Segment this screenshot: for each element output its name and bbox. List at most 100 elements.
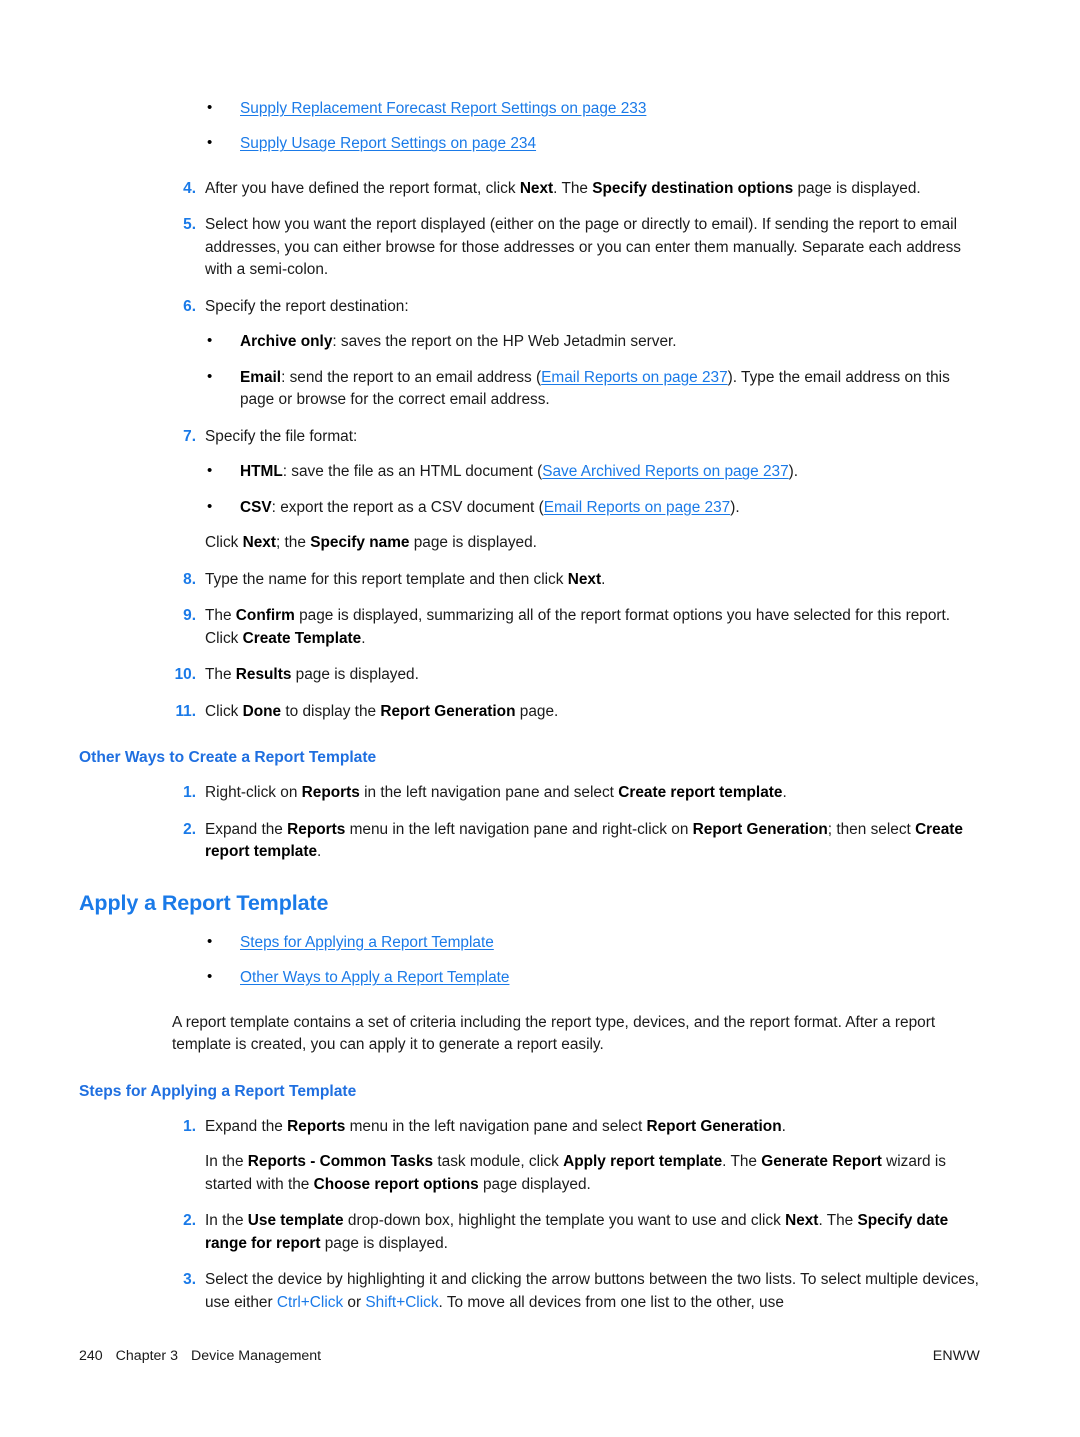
- step-number: 5.: [183, 216, 196, 234]
- step-10: 10. The Results page is displayed.: [79, 664, 980, 686]
- list-item: Email: send the report to an email addre…: [205, 366, 980, 412]
- step-6: 6. Specify the report destination: Archi…: [79, 296, 980, 412]
- step-text: The Confirm page is displayed, summarizi…: [205, 607, 950, 646]
- link-email-reports-csv[interactable]: Email Reports on page 237: [544, 499, 731, 516]
- step-8: 8. Type the name for this report templat…: [79, 569, 980, 591]
- text-fragment: or: [343, 1293, 366, 1311]
- link-steps-for-applying[interactable]: Steps for Applying a Report Template: [240, 934, 494, 951]
- link-supply-usage-report[interactable]: Supply Usage Report Settings on page 234: [240, 135, 536, 152]
- step-number: 7.: [183, 427, 196, 445]
- text-fragment: page displayed.: [478, 1175, 591, 1193]
- ui-label-report-generation: Report Generation: [646, 1117, 782, 1135]
- footer-chapter-title: Device Management: [190, 1348, 322, 1364]
- text-fragment: menu in the left navigation pane and rig…: [345, 820, 693, 838]
- text-fragment: ; the: [275, 534, 311, 552]
- step-text: Specify the report destination:: [205, 297, 409, 315]
- page-content: Supply Replacement Forecast Report Setti…: [79, 97, 980, 1328]
- list-item: CSV: export the report as a CSV document…: [205, 496, 980, 519]
- text-fragment: .: [782, 784, 787, 802]
- create-report-steps: 4. After you have defined the report for…: [79, 178, 980, 723]
- step-text: The Results page is displayed.: [205, 666, 419, 683]
- step-number: 3.: [183, 1271, 196, 1289]
- apply-report-steps: 1. Expand the Reports menu in the left n…: [79, 1116, 980, 1314]
- page-footer: 240 Chapter 3 Device Management ENWW: [79, 1348, 980, 1364]
- text-fragment: page is displayed.: [291, 666, 419, 684]
- step-number: 4.: [183, 179, 196, 197]
- list-item: Supply Replacement Forecast Report Setti…: [79, 97, 980, 120]
- ui-label-reports: Reports: [287, 1117, 346, 1135]
- ui-label-create-report-template: Create report template: [618, 784, 783, 802]
- text-fragment: .: [781, 1117, 786, 1135]
- text-fragment: : save the file as an HTML document (: [282, 463, 543, 481]
- step-1: 1. Right-click on Reports in the left na…: [79, 782, 980, 804]
- option-email: Email: [240, 368, 282, 386]
- step-number: 6.: [183, 297, 196, 315]
- option-archive-only: Archive only: [240, 333, 333, 351]
- ui-label-report-generation: Report Generation: [380, 702, 516, 720]
- ui-label-use-template: Use template: [247, 1212, 344, 1230]
- text-fragment: Right-click on: [205, 784, 302, 802]
- text-fragment: task module, click: [433, 1153, 564, 1171]
- text-fragment: page.: [515, 702, 559, 720]
- text-fragment: Expand the: [205, 1117, 288, 1135]
- text-fragment: to display the: [281, 702, 381, 720]
- document-page: Supply Replacement Forecast Report Setti…: [0, 0, 1080, 1437]
- link-other-ways-to-apply[interactable]: Other Ways to Apply a Report Template: [240, 969, 509, 986]
- step-text: Right-click on Reports in the left navig…: [205, 784, 787, 801]
- text-fragment: After you have defined the report format…: [205, 179, 520, 197]
- ui-label-report-generation: Report Generation: [692, 820, 828, 838]
- apply-intro-paragraph: A report template contains a set of crit…: [172, 1013, 936, 1054]
- step-number: 1.: [183, 784, 196, 802]
- ui-label-confirm: Confirm: [235, 607, 295, 625]
- text-fragment: : send the report to an email address (: [281, 368, 542, 386]
- footer-left: 240 Chapter 3 Device Management: [79, 1348, 321, 1364]
- ui-label-specify-name: Specify name: [310, 534, 410, 552]
- step-text: Specify the file format:: [205, 427, 358, 445]
- text-fragment: menu in the left navigation pane and sel…: [345, 1117, 647, 1135]
- text-fragment: ).: [788, 463, 799, 481]
- text-fragment: .: [361, 629, 366, 647]
- link-supply-replacement-forecast[interactable]: Supply Replacement Forecast Report Setti…: [240, 100, 646, 117]
- step-number: 2.: [183, 820, 196, 838]
- apply-related-topics-list: Steps for Applying a Report Template Oth…: [79, 931, 980, 990]
- ui-label-choose-report-options: Choose report options: [313, 1175, 479, 1193]
- list-item: Supply Usage Report Settings on page 234: [79, 132, 980, 155]
- option-csv: CSV: [240, 498, 272, 516]
- text-fragment: . To move all devices from one list to t…: [438, 1293, 784, 1311]
- text-fragment: : saves the report on the HP Web Jetadmi…: [332, 333, 677, 351]
- ui-label-next: Next: [242, 534, 276, 552]
- text-fragment: In the: [205, 1153, 248, 1171]
- step-3: 3. Select the device by highlighting it …: [79, 1269, 980, 1314]
- step-7: 7. Specify the file format: HTML: save t…: [79, 426, 980, 555]
- ui-label-reports-common-tasks: Reports - Common Tasks: [247, 1153, 434, 1171]
- step-5: 5. Select how you want the report displa…: [79, 214, 980, 281]
- step-number: 1.: [183, 1117, 196, 1135]
- step-text: Select how you want the report displayed…: [205, 216, 961, 279]
- step-11: 11. Click Done to display the Report Gen…: [79, 701, 980, 723]
- link-save-archived-reports[interactable]: Save Archived Reports on page 237: [542, 463, 788, 480]
- other-ways-create-steps: 1. Right-click on Reports in the left na…: [79, 782, 980, 863]
- ui-label-next: Next: [785, 1212, 819, 1230]
- text-fragment: in the left navigation pane and select: [359, 784, 619, 802]
- step-1: 1. Expand the Reports menu in the left n…: [79, 1116, 980, 1196]
- step-text: In the Use template drop-down box, highl…: [205, 1212, 948, 1251]
- text-fragment: page is displayed.: [793, 179, 921, 197]
- ui-label-reports: Reports: [287, 820, 346, 838]
- ui-label-reports: Reports: [301, 784, 360, 802]
- step-text: Expand the Reports menu in the left navi…: [205, 821, 963, 860]
- link-email-reports[interactable]: Email Reports on page 237: [541, 369, 728, 386]
- file-format-options-list: HTML: save the file as an HTML document …: [205, 460, 980, 519]
- ui-label-create-template: Create Template: [242, 629, 362, 647]
- text-fragment: Click: [205, 534, 243, 552]
- text-fragment: page is displayed.: [409, 534, 537, 552]
- text-fragment: Type the name for this report template a…: [205, 570, 568, 588]
- step-text: Expand the Reports menu in the left navi…: [205, 1118, 786, 1135]
- ui-label-next: Next: [567, 570, 602, 588]
- footer-page-number: 240: [79, 1348, 103, 1364]
- step-number: 2.: [183, 1212, 196, 1230]
- step-number: 9.: [183, 607, 196, 625]
- text-fragment: : export the report as a CSV document (: [271, 498, 544, 516]
- step-2: 2. Expand the Reports menu in the left n…: [79, 819, 980, 864]
- ui-label-next: Next: [519, 179, 554, 197]
- step-1-sub-paragraph: In the Reports - Common Tasks task modul…: [205, 1151, 980, 1196]
